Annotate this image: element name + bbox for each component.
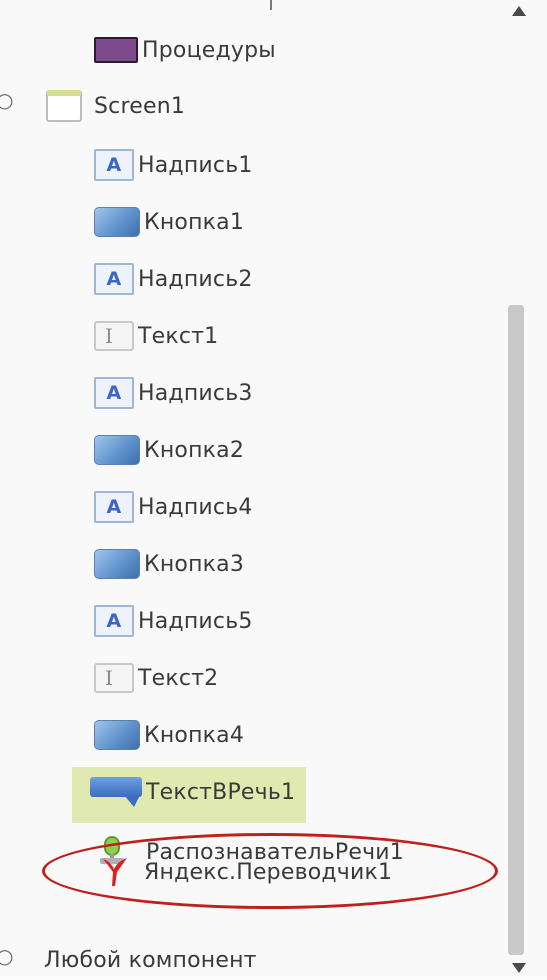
tree-item-label1[interactable]: A Надпись1: [94, 145, 253, 185]
tree-item-button2[interactable]: Кнопка2: [94, 430, 244, 470]
tree-item-label3[interactable]: A Надпись3: [94, 373, 253, 413]
procedures-icon: [94, 37, 138, 63]
collapse-toggle-icon[interactable]: ○: [0, 88, 13, 112]
tree-item-label5[interactable]: A Надпись5: [94, 601, 253, 641]
label-icon: A: [94, 491, 134, 523]
tree-item-procedures[interactable]: Процедуры: [94, 30, 276, 70]
tree-item-label2[interactable]: A Надпись2: [94, 259, 253, 299]
tree-item-textbox2[interactable]: I Текст2: [94, 658, 218, 698]
tree-item-label: Любой компонент: [44, 947, 257, 973]
label-icon: A: [94, 263, 134, 295]
tree-item-label: Надпись3: [138, 380, 253, 406]
tree-item-label: Надпись2: [138, 266, 253, 292]
textbox-icon: I: [94, 321, 134, 351]
tree-connector: [270, 0, 272, 10]
tree-item-label: ТекстВРечь1: [146, 779, 296, 805]
tree-item-textbox1[interactable]: I Текст1: [94, 316, 218, 356]
screen-icon: [46, 90, 82, 122]
button-icon: [94, 549, 140, 579]
tree-item-any-component[interactable]: Любой компонент: [40, 940, 257, 980]
tree-item-label: Кнопка3: [144, 551, 245, 577]
label-icon: A: [94, 605, 134, 637]
tree-item-label: Надпись1: [138, 152, 253, 178]
tree-item-label: Кнопка2: [144, 437, 245, 463]
tree-item-label: Screen1: [94, 93, 186, 119]
tree-item-label: Кнопка1: [144, 209, 245, 235]
tree-item-label: Надпись4: [138, 494, 253, 520]
tree-item-label4[interactable]: A Надпись4: [94, 487, 253, 527]
yandex-translate-icon: [100, 855, 130, 889]
scroll-down-icon[interactable]: [512, 963, 526, 973]
tree-item-button3[interactable]: Кнопка3: [94, 544, 244, 584]
tree-item-screen1[interactable]: Screen1: [46, 86, 185, 126]
button-icon: [94, 720, 140, 750]
tree-item-label: Текст2: [138, 665, 219, 691]
tree-item-button4[interactable]: Кнопка4: [94, 715, 244, 755]
tree-item-label: Текст1: [138, 323, 219, 349]
tree-item-text-to-speech1[interactable]: ТекстВРечь1: [88, 772, 295, 812]
tree-item-label: Процедуры: [142, 37, 276, 63]
tree-item-label: Надпись5: [138, 608, 253, 634]
label-icon: A: [94, 377, 134, 409]
button-icon: [94, 435, 140, 465]
textbox-icon: I: [94, 663, 134, 693]
tree-item-label: Яндекс.Переводчик1: [144, 859, 393, 885]
collapse-toggle-icon[interactable]: ○: [0, 944, 13, 968]
text-to-speech-icon: [88, 775, 146, 809]
vertical-scrollbar[interactable]: [508, 305, 524, 955]
scroll-up-icon[interactable]: [512, 6, 526, 16]
button-icon: [94, 207, 140, 237]
blocks-tree-panel: Процедуры ○ Screen1 A Надпись1 Кнопка1 A…: [0, 0, 547, 977]
tree-item-button1[interactable]: Кнопка1: [94, 202, 244, 242]
tree-item-yandex-translate1[interactable]: Яндекс.Переводчик1: [100, 852, 392, 892]
tree-item-label: Кнопка4: [144, 722, 245, 748]
label-icon: A: [94, 149, 134, 181]
